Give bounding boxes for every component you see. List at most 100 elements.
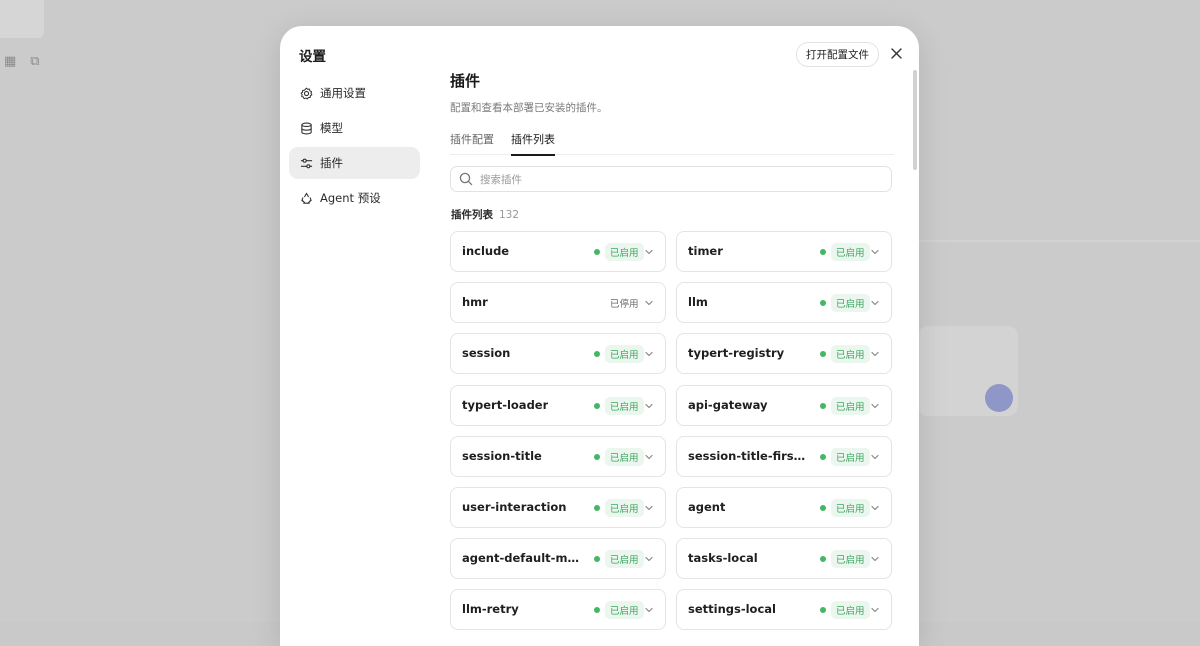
status-badge: 已启用	[605, 601, 644, 620]
plugin-name: agent-default-model	[462, 551, 584, 566]
status-badge: 已启用	[831, 550, 870, 569]
status-dot	[594, 249, 600, 255]
sidebar-item-label: 通用设置	[320, 86, 366, 100]
status-badge: 已启用	[831, 243, 870, 261]
plugin-name: api-gateway	[688, 397, 768, 412]
tab-plugin-list[interactable]: 插件列表	[511, 131, 555, 156]
status-dot	[820, 453, 826, 460]
plugin-card[interactable]: llm 已启用	[676, 282, 892, 324]
status-badge: 已启用	[605, 243, 644, 261]
sidebar-item-label: Agent 预设	[320, 191, 381, 205]
status-dot	[594, 453, 600, 460]
sidebar-item-models[interactable]: 模型	[289, 112, 420, 144]
status-dot	[820, 249, 826, 255]
chevron-down-icon[interactable]	[870, 554, 880, 564]
search-icon	[459, 172, 473, 186]
close-button[interactable]	[888, 44, 904, 62]
plugin-card[interactable]: api-gateway 已启用	[676, 384, 892, 426]
chevron-down-icon[interactable]	[644, 554, 654, 564]
status-dot	[820, 556, 826, 563]
plugin-card[interactable]: typert-loader 已启用	[450, 384, 666, 426]
background-divider	[918, 240, 1200, 242]
sidebar-item-plugins[interactable]: 插件	[289, 147, 420, 179]
status-badge: 已启用	[605, 550, 644, 569]
status-dot	[594, 556, 600, 563]
status-dot	[820, 505, 826, 511]
plugin-name: settings-local	[688, 602, 776, 617]
status-badge: 已启用	[831, 345, 870, 364]
chevron-down-icon[interactable]	[644, 605, 654, 615]
plugin-card[interactable]: settings-local 已启用	[676, 589, 892, 631]
plugin-name: typert-loader	[462, 397, 549, 412]
status-badge: 已启用	[831, 447, 870, 466]
chevron-down-icon[interactable]	[644, 452, 654, 462]
background-panel	[0, 0, 44, 38]
chevron-down-icon[interactable]	[870, 247, 880, 257]
plugin-name: session	[462, 346, 511, 361]
tab-plugin-config[interactable]: 插件配置	[450, 131, 494, 154]
plugin-card[interactable]: agent 已启用	[676, 487, 892, 528]
chevron-down-icon[interactable]	[644, 401, 654, 411]
chevron-down-icon[interactable]	[644, 298, 654, 308]
background-grid-icon: ▦	[4, 54, 17, 69]
sidebar-item-agent-presets[interactable]: Agent 预设	[289, 182, 420, 214]
open-config-file-button[interactable]: 打开配置文件	[796, 42, 879, 67]
plugin-card[interactable]: typert-registry 已启用	[676, 333, 892, 375]
background-floating-button	[985, 384, 1013, 412]
close-icon	[890, 47, 902, 59]
status-badge: 已启用	[605, 345, 644, 364]
plugin-name: llm	[688, 295, 708, 310]
status-badge: 已启用	[831, 601, 870, 620]
search-placeholder: 搜索插件	[480, 173, 522, 186]
status-badge: 已启用	[831, 499, 870, 517]
page-description: 配置和查看本部署已安装的插件。	[450, 102, 608, 114]
settings-nav: 通用设置模型 插件 Agent 预设	[289, 77, 420, 217]
chevron-down-icon[interactable]	[870, 605, 880, 615]
plugin-card[interactable]: agent-default-model 已启用	[450, 538, 666, 580]
status-dot	[594, 351, 600, 358]
agent-icon	[299, 191, 313, 205]
plugin-list-heading: 插件列表 132	[451, 207, 519, 222]
plugin-card[interactable]: hmr 已停用	[450, 282, 666, 324]
chevron-down-icon[interactable]	[644, 247, 654, 257]
status-dot	[820, 300, 826, 307]
chevron-down-icon[interactable]	[870, 452, 880, 462]
chevron-down-icon[interactable]	[870, 503, 880, 513]
chevron-down-icon[interactable]	[644, 349, 654, 359]
gear-icon	[299, 86, 313, 100]
chevron-down-icon[interactable]	[870, 298, 880, 308]
plugin-count: 132	[499, 209, 520, 221]
plugin-name: agent	[688, 500, 726, 514]
status-dot	[594, 402, 600, 409]
status-badge: 已启用	[605, 499, 644, 517]
plugin-name: hmr	[462, 295, 488, 310]
plugin-card[interactable]: llm-retry 已启用	[450, 589, 666, 631]
status-badge: 已启用	[831, 294, 870, 313]
plugin-card[interactable]: session-title 已启用	[450, 435, 666, 477]
plugin-card[interactable]: session 已启用	[450, 333, 666, 375]
status-dot	[820, 402, 826, 409]
search-input[interactable]: 搜索插件	[450, 166, 892, 192]
plugin-name: user-interaction	[462, 500, 567, 514]
plugin-name: session-title	[462, 448, 542, 463]
plugin-card[interactable]: timer 已启用	[676, 231, 892, 272]
plugin-card[interactable]: session-title-first-m... 已启用	[676, 435, 892, 477]
settings-dialog: 设置 通用设置 模型 插件 Agent 预设 打开配置文件 插件 配置和查看本部署已安…	[280, 26, 919, 646]
plugin-card[interactable]: include 已启用	[450, 231, 666, 272]
background-window-icon: ⧉	[30, 54, 40, 69]
plugin-list-title: 插件列表	[451, 209, 493, 221]
chevron-down-icon[interactable]	[870, 401, 880, 411]
plugin-name: session-title-first-m...	[688, 448, 810, 463]
plugin-name: include	[462, 244, 510, 258]
status-badge: 已启用	[605, 396, 644, 415]
status-badge: 已停用	[610, 299, 639, 311]
sidebar-item-general[interactable]: 通用设置	[289, 77, 420, 109]
sliders-icon	[299, 156, 313, 170]
plugin-card[interactable]: tasks-local 已启用	[676, 538, 892, 580]
chevron-down-icon[interactable]	[870, 349, 880, 359]
chevron-down-icon[interactable]	[644, 503, 654, 513]
tab-bar: 插件配置 插件列表	[450, 124, 894, 156]
scrollbar-thumb[interactable]	[913, 70, 917, 170]
plugin-name: llm-retry	[462, 602, 519, 617]
plugin-card[interactable]: user-interaction 已启用	[450, 487, 666, 528]
